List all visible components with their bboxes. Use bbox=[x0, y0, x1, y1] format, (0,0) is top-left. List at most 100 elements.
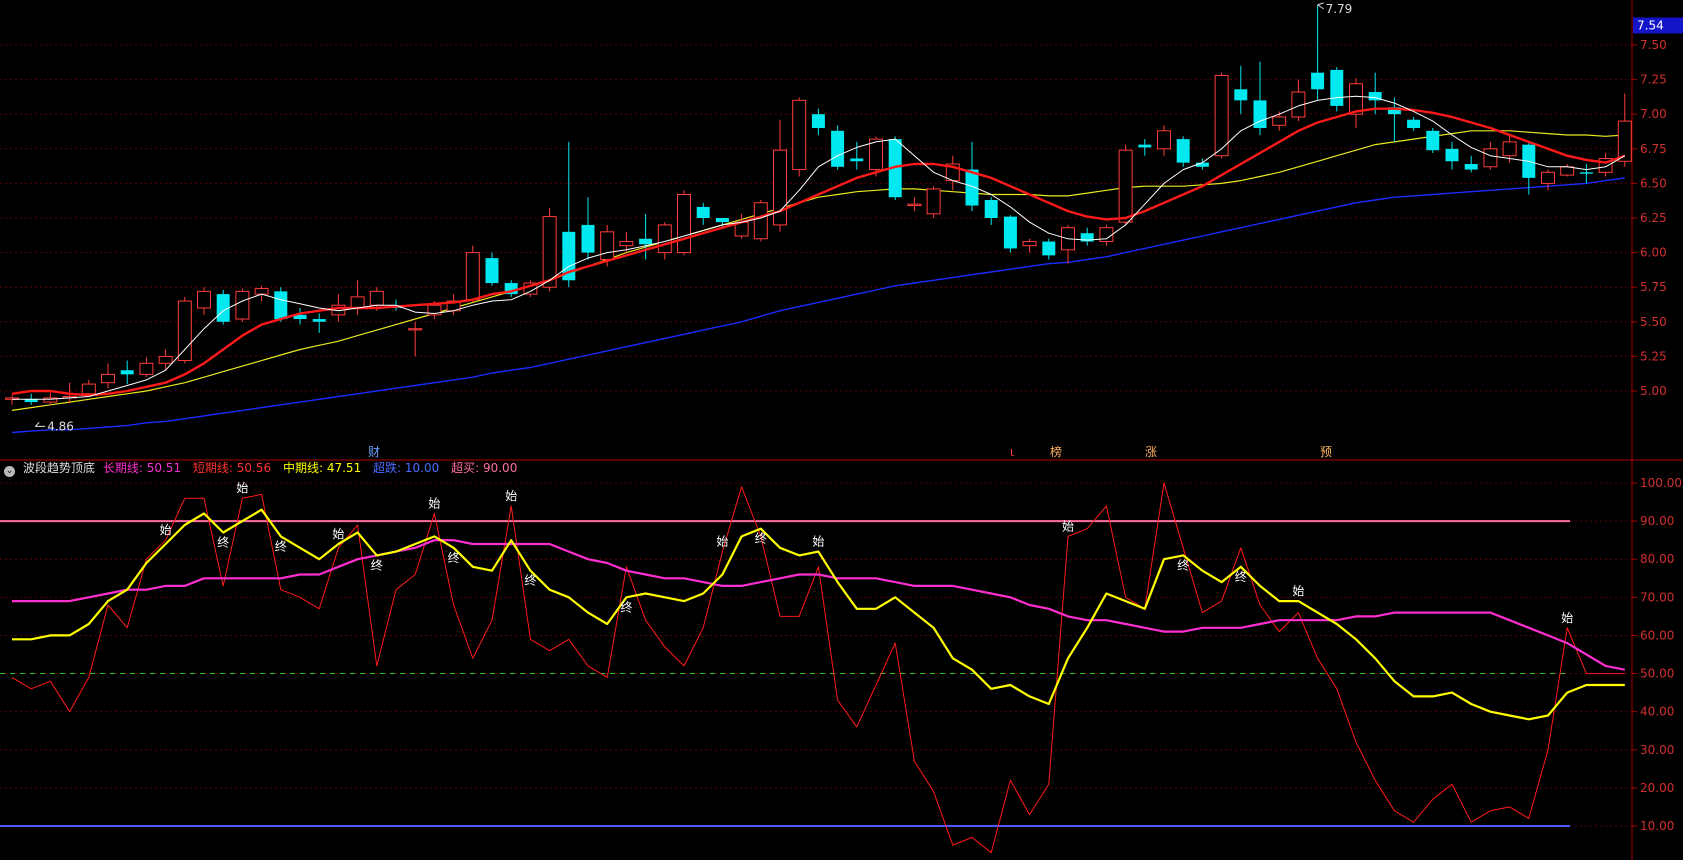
candle bbox=[1022, 238, 1037, 253]
price-tick-label: 6.25 bbox=[1640, 211, 1667, 225]
candle-body bbox=[120, 370, 134, 375]
candle-body bbox=[1502, 141, 1517, 157]
candle bbox=[216, 289, 230, 325]
candle-body bbox=[907, 203, 922, 207]
candle bbox=[1445, 141, 1459, 170]
event-marker: 榜 bbox=[1050, 444, 1062, 459]
candle bbox=[465, 245, 480, 303]
candle bbox=[485, 252, 499, 286]
indicator-tick-label: 30.00 bbox=[1640, 743, 1674, 757]
signal-label: 始 bbox=[428, 496, 440, 510]
candle-body bbox=[1483, 148, 1498, 168]
price-tick-label: 5.50 bbox=[1640, 315, 1667, 329]
candle-body bbox=[1042, 241, 1056, 256]
signal-label: 始 bbox=[1561, 611, 1573, 625]
candle-body bbox=[677, 193, 691, 254]
candle-body bbox=[235, 290, 250, 320]
candle bbox=[965, 141, 979, 212]
price-tick-label: 5.00 bbox=[1640, 384, 1667, 398]
candle-body bbox=[1118, 149, 1133, 223]
signal-label: 终 bbox=[371, 557, 383, 572]
candle bbox=[1579, 164, 1593, 184]
candle-body bbox=[465, 252, 480, 301]
candle bbox=[1214, 72, 1229, 159]
current-price-label: 7.54 bbox=[1637, 18, 1664, 32]
candle bbox=[792, 97, 807, 177]
candle bbox=[581, 197, 595, 260]
indicator-tick-label: 10.00 bbox=[1640, 819, 1674, 833]
candle bbox=[177, 296, 192, 364]
candle bbox=[1176, 136, 1190, 167]
candle bbox=[158, 349, 173, 371]
candle bbox=[753, 200, 768, 242]
candle-body bbox=[81, 383, 96, 395]
candle bbox=[350, 280, 365, 315]
candle bbox=[926, 186, 941, 218]
candle bbox=[1330, 67, 1344, 112]
candle-body bbox=[753, 202, 768, 240]
candle-body bbox=[350, 296, 365, 309]
price-tick-label: 6.75 bbox=[1640, 142, 1667, 156]
candle-body bbox=[1272, 116, 1287, 126]
candle-body bbox=[850, 158, 864, 162]
candle-body bbox=[1579, 172, 1593, 174]
candle bbox=[197, 287, 211, 315]
price-tick-label: 7.25 bbox=[1640, 73, 1667, 87]
candle-body bbox=[408, 328, 423, 331]
price-tick-label: 7.50 bbox=[1640, 38, 1667, 52]
event-marker: 预 bbox=[1320, 445, 1332, 459]
candle-body bbox=[485, 258, 499, 284]
signal-label: 始 bbox=[332, 527, 344, 541]
candle bbox=[1291, 79, 1306, 122]
candle bbox=[1387, 97, 1401, 142]
low-price-label: 4.86 bbox=[47, 419, 74, 433]
signal-label: 始 bbox=[505, 489, 517, 503]
candle-body bbox=[1157, 130, 1171, 150]
signal-label: 终 bbox=[755, 531, 767, 546]
signal-label: 终 bbox=[524, 573, 536, 588]
ma-yellow-line bbox=[11, 130, 1625, 411]
candle bbox=[811, 108, 825, 135]
candle-body bbox=[1464, 164, 1478, 170]
candle bbox=[1407, 116, 1421, 131]
candle-body bbox=[657, 224, 672, 254]
candle-body bbox=[926, 188, 941, 215]
candle-body bbox=[197, 290, 211, 309]
candle-body bbox=[619, 241, 634, 247]
candle-body bbox=[811, 114, 825, 129]
signal-label: 始 bbox=[716, 535, 728, 549]
candle bbox=[1003, 215, 1017, 253]
price-tick-label: 6.50 bbox=[1640, 176, 1667, 190]
signal-label: 始 bbox=[236, 481, 248, 495]
candle-body bbox=[1022, 241, 1037, 247]
high-price-label: 7.79 bbox=[1326, 2, 1353, 16]
candle-body bbox=[1560, 166, 1575, 176]
candle-body bbox=[1445, 148, 1459, 162]
signal-label: 终 bbox=[448, 550, 460, 565]
candle bbox=[504, 280, 518, 297]
candle bbox=[907, 197, 922, 212]
ma-red-line bbox=[11, 107, 1626, 397]
candle bbox=[1426, 128, 1440, 153]
high-arrow bbox=[1317, 2, 1324, 10]
candle bbox=[5, 395, 19, 405]
price-tick-label: 5.75 bbox=[1640, 280, 1667, 294]
indicator-tick-label: 100.00 bbox=[1640, 476, 1682, 490]
signal-label: 始 bbox=[160, 523, 172, 537]
candle bbox=[408, 321, 423, 357]
indicator-tick-label: 60.00 bbox=[1640, 628, 1674, 642]
indicator-tick-label: 20.00 bbox=[1640, 781, 1674, 795]
ma-blue-line bbox=[11, 177, 1625, 434]
candle-body bbox=[177, 300, 192, 362]
candle bbox=[696, 202, 710, 225]
candle-body bbox=[965, 169, 979, 206]
event-marker: ι bbox=[1010, 445, 1014, 459]
candle bbox=[831, 125, 845, 170]
candle bbox=[1157, 125, 1171, 156]
candle bbox=[984, 197, 998, 225]
candle-body bbox=[139, 362, 154, 375]
chart-canvas[interactable]: 7.50 7.25 7.00 6.75 6.50 6.25 6.00 5.75 5.50 5.25… bbox=[0, 0, 1683, 860]
signal-label: 始 bbox=[812, 535, 824, 549]
signal-label: 终 bbox=[275, 538, 287, 553]
candle-body bbox=[1138, 144, 1152, 148]
